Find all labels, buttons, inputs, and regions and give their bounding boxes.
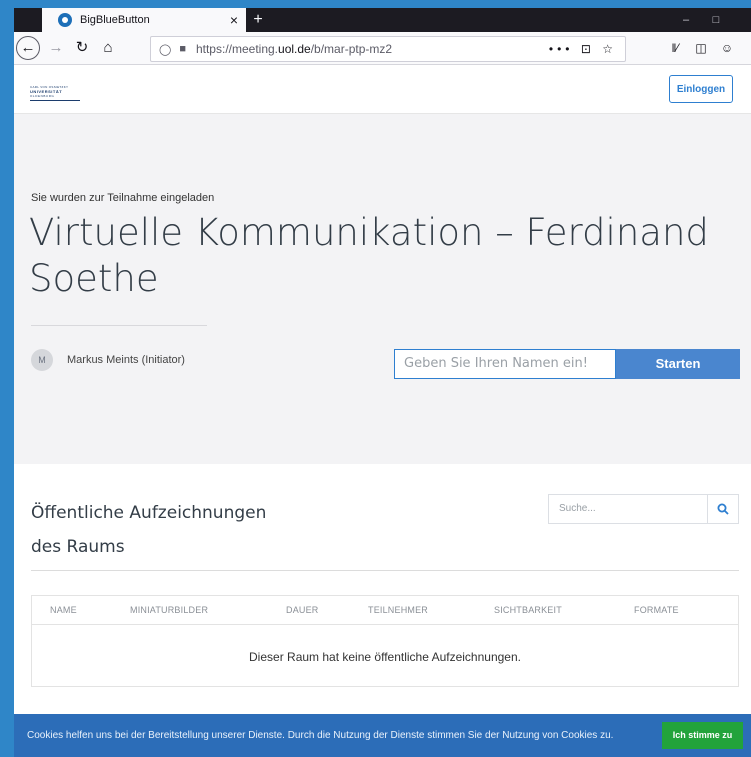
university-logo[interactable]: CARL VON OSSIETZKY UNIVERSITÄT OLDENBURG	[30, 80, 80, 101]
tab-close-icon[interactable]: ×	[222, 12, 246, 28]
cookie-text: Cookies helfen uns bei der Bereitstellun…	[27, 730, 614, 741]
invite-label: Sie wurden zur Teilnahme eingeladen	[31, 192, 215, 204]
column-name[interactable]: NAME	[50, 605, 77, 615]
forward-arrow-icon[interactable]: →	[44, 36, 68, 60]
start-button[interactable]: Starten	[616, 349, 740, 379]
tab-bar: BigBlueButton × + – □	[14, 8, 751, 32]
column-duration[interactable]: DAUER	[286, 605, 319, 615]
recordings-title: Öffentliche Aufzeichnungen des Raums	[31, 503, 267, 557]
owner-avatar: M	[31, 349, 53, 371]
column-visibility[interactable]: SICHTBARKEIT	[494, 605, 562, 615]
search-icon	[717, 503, 729, 515]
recordings-table: NAME MINIATURBILDER DAUER TEILNEHMER SIC…	[31, 595, 739, 687]
account-icon[interactable]: ☺	[716, 36, 738, 60]
column-participants[interactable]: TEILNEHMER	[368, 605, 428, 615]
cookie-accept-button[interactable]: Ich stimme zu	[662, 722, 743, 749]
invite-section: Sie wurden zur Teilnahme eingeladen Virt…	[14, 114, 751, 464]
recordings-search-input[interactable]: Suche...	[548, 494, 708, 524]
room-title: Virtuelle Kommunikation – Ferdinand Soet…	[29, 211, 709, 300]
sidebar-icon[interactable]: ◫	[690, 36, 712, 60]
table-header: NAME MINIATURBILDER DAUER TEILNEHMER SIC…	[32, 596, 738, 625]
recordings-divider	[31, 570, 739, 571]
url-bar[interactable]: ◯ ■ https://meeting.uol.de/b/mar-ptp-mz2…	[150, 36, 626, 62]
owner-name: Markus Meints (Initiator)	[67, 354, 185, 366]
library-icon[interactable]: ‖⁄	[664, 36, 686, 60]
column-formats[interactable]: FORMATE	[634, 605, 679, 615]
page-actions-icon[interactable]: ••• ⊡ ☆	[549, 42, 617, 56]
cookie-banner: Cookies helfen uns bei der Bereitstellun…	[14, 714, 751, 757]
column-thumbnails[interactable]: MINIATURBILDER	[130, 605, 208, 615]
minimize-button[interactable]: –	[674, 8, 698, 32]
name-input[interactable]: Geben Sie Ihren Namen ein!	[394, 349, 616, 379]
maximize-button[interactable]: □	[704, 8, 728, 32]
logo-line3: OLDENBURG	[30, 94, 55, 98]
login-button[interactable]: Einloggen	[669, 75, 733, 103]
navigation-bar: ← → ↻ ⌂ ◯ ■ https://meeting.uol.de/b/mar…	[14, 32, 751, 65]
search-button[interactable]	[707, 494, 739, 524]
bigbluebutton-favicon-icon	[58, 13, 72, 27]
browser-window: BigBlueButton × + – □ ← → ↻ ⌂ ◯ ■ https:…	[14, 8, 751, 757]
back-arrow-icon[interactable]: ←	[16, 36, 40, 60]
home-icon[interactable]: ⌂	[96, 36, 120, 60]
url-text[interactable]: https://meeting.uol.de/b/mar-ptp-mz2	[196, 42, 549, 56]
tab-bigbluebutton[interactable]: BigBlueButton ×	[42, 8, 246, 32]
lock-icon[interactable]: ■	[179, 43, 186, 55]
empty-message: Dieser Raum hat keine öffentliche Aufzei…	[249, 650, 521, 664]
title-divider	[31, 325, 207, 326]
app-header: CARL VON OSSIETZKY UNIVERSITÄT OLDENBURG…	[14, 65, 751, 114]
tracking-shield-icon[interactable]: ◯	[159, 43, 171, 56]
tab-title: BigBlueButton	[80, 14, 150, 26]
new-tab-button[interactable]: +	[246, 8, 270, 32]
reload-icon[interactable]: ↻	[70, 36, 94, 60]
